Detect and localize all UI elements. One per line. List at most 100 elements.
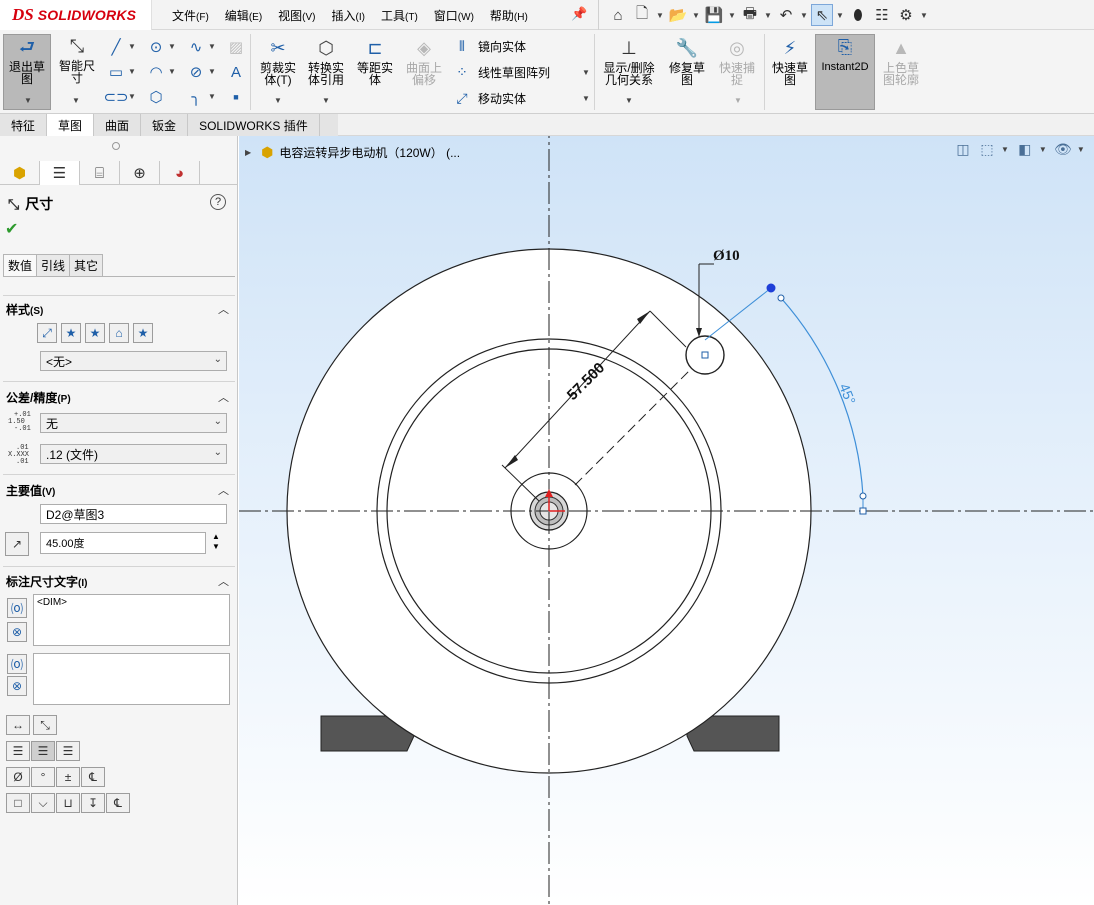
tab-sheet-metal[interactable]: 钣金: [141, 114, 189, 136]
load-style-icon[interactable]: ★: [133, 323, 153, 343]
more-symbols-icon[interactable]: ℄: [106, 793, 130, 813]
select-icon[interactable]: ⇖: [811, 4, 833, 26]
help-icon[interactable]: ?: [210, 194, 226, 210]
add-parentheses-icon[interactable]: ⒪: [7, 598, 27, 618]
pin-icon[interactable]: 📌: [571, 6, 587, 22]
chevron-down-icon[interactable]: ▼: [322, 96, 330, 105]
file-properties-icon[interactable]: ☷: [871, 4, 893, 26]
dimension-text-upper[interactable]: <DIM>: [33, 594, 230, 646]
fillet-icon[interactable]: ╮: [186, 88, 206, 106]
tab-surfaces[interactable]: 曲面: [94, 114, 142, 136]
hole-center-point[interactable]: [701, 351, 709, 359]
delete-style-icon[interactable]: ★: [85, 323, 105, 343]
sketch-drawing[interactable]: Ø10 57.500 45°: [239, 136, 1094, 905]
offset-on-surface-button[interactable]: ◈ 曲面上偏移: [402, 36, 446, 86]
menu-view[interactable]: 视图(V): [278, 7, 315, 24]
value-spinner[interactable]: ▲ ▼: [212, 532, 220, 552]
tab-addins[interactable]: SOLIDWORKS 插件: [188, 114, 320, 136]
ok-checkmark-icon[interactable]: ✔: [5, 219, 18, 239]
convert-entities-button[interactable]: ⬡ 转换实体引用: [304, 36, 348, 86]
chevron-down-icon[interactable]: ▼: [24, 96, 32, 105]
chevron-down-icon[interactable]: ▼: [691, 4, 701, 26]
chevron-down-icon[interactable]: ▼: [128, 42, 136, 51]
print-icon[interactable]: 🖶: [739, 4, 761, 26]
configuration-manager-icon[interactable]: ⌸: [80, 161, 120, 185]
chevron-down-icon[interactable]: ▼: [274, 96, 282, 105]
tab-other[interactable]: 其它: [69, 254, 104, 276]
solidworks-logo[interactable]: DS SOLIDWORKS: [0, 0, 152, 30]
angle-arrow-handle[interactable]: [777, 294, 785, 302]
inspection-icon[interactable]: ⊗: [7, 676, 27, 696]
chevron-down-icon[interactable]: ▼: [919, 4, 929, 26]
panel-grip[interactable]: [112, 142, 120, 150]
home-icon[interactable]: ⌂: [607, 4, 629, 26]
counterbore-symbol-icon[interactable]: ⊔: [56, 793, 80, 813]
menu-edit[interactable]: 编辑(E): [225, 7, 262, 24]
plus-minus-symbol-icon[interactable]: ±: [56, 767, 80, 787]
property-manager-icon[interactable]: ☰: [40, 161, 80, 185]
tab-value[interactable]: 数值: [3, 254, 38, 276]
repair-sketch-button[interactable]: 🔧 修复草图: [664, 36, 710, 86]
chevron-down-icon[interactable]: ▼: [763, 4, 773, 26]
linear-pattern-button[interactable]: ⁘ 线性草图阵列: [452, 64, 550, 81]
add-style-icon[interactable]: ★: [61, 323, 81, 343]
chevron-down-icon[interactable]: ▼: [655, 4, 665, 26]
polygon-icon[interactable]: ⬡: [146, 88, 166, 106]
collapse-icon[interactable]: ︿: [218, 389, 229, 405]
angle-handle-point[interactable]: [766, 283, 776, 293]
text-left-right-icon[interactable]: ↔: [6, 715, 30, 735]
instant2d-button[interactable]: ⎘ Instant2D: [815, 34, 875, 110]
chevron-down-icon[interactable]: ▼: [799, 4, 809, 26]
trim-entities-button[interactable]: ✂ 剪裁实体(T): [256, 36, 300, 86]
slot-icon[interactable]: ⊂⊃: [103, 88, 128, 106]
plane-icon[interactable]: ▨: [226, 38, 246, 56]
mirror-entities-button[interactable]: ⫴ 镜向实体: [452, 38, 526, 55]
apply-default-style-icon[interactable]: ⤢: [37, 323, 57, 343]
chevron-down-icon[interactable]: ▼: [168, 42, 176, 51]
primary-value-section-header[interactable]: 主要值(V): [6, 482, 55, 499]
options-icon[interactable]: ⚙: [895, 4, 917, 26]
chevron-down-icon[interactable]: ▼: [168, 67, 176, 76]
rebuild-icon[interactable]: ⬮: [847, 4, 869, 26]
chevron-down-icon[interactable]: ▼: [208, 67, 216, 76]
countersink-symbol-icon[interactable]: ⌵: [31, 793, 55, 813]
tolerance-section-header[interactable]: 公差/精度(P): [6, 389, 71, 406]
save-style-icon[interactable]: ⌂: [109, 323, 129, 343]
rectangle-icon[interactable]: ▭: [106, 63, 126, 81]
collapse-icon[interactable]: ︿: [218, 482, 229, 498]
angle-end-point[interactable]: [859, 507, 867, 515]
display-delete-relations-button[interactable]: ⊥ 显示/删除几何关系: [598, 36, 660, 86]
rapid-sketch-button[interactable]: ⚡ 快速草图: [768, 36, 812, 86]
diameter-symbol-icon[interactable]: Ø: [6, 767, 30, 787]
smart-dimension-button[interactable]: ⤡ 智能尺寸: [55, 34, 99, 84]
chevron-down-icon[interactable]: ▼: [835, 4, 845, 26]
dimension-text-lower[interactable]: [33, 653, 230, 705]
text-arrangement-icon[interactable]: ⤡: [33, 715, 57, 735]
chevron-down-icon[interactable]: ▼: [208, 42, 216, 51]
center-dimension-icon[interactable]: ⊗: [7, 622, 27, 642]
dimension-name-field[interactable]: D2@草图3: [40, 504, 227, 524]
quick-snaps-button[interactable]: ◎ 快速捕捉: [714, 36, 760, 86]
align-right-icon[interactable]: ☰: [56, 741, 80, 761]
feature-manager-icon[interactable]: ⬢: [0, 161, 40, 185]
chevron-down-icon[interactable]: ▼: [582, 68, 590, 77]
tab-features[interactable]: 特征: [0, 114, 48, 136]
spline-icon[interactable]: ∿: [186, 38, 206, 56]
align-center-icon[interactable]: ☰: [31, 741, 55, 761]
point-icon[interactable]: ■: [226, 88, 246, 106]
offset-entities-button[interactable]: ⊏ 等距实体: [352, 36, 398, 86]
angle-dimension[interactable]: 45°: [836, 381, 859, 407]
collapse-icon[interactable]: ︿: [218, 573, 229, 589]
shaded-sketch-contours-button[interactable]: ▲ 上色草图轮廓: [878, 36, 924, 86]
dimension-value-field[interactable]: 45.00度: [40, 532, 206, 554]
angle-arrow-handle[interactable]: [859, 492, 867, 500]
move-entities-button[interactable]: ⤢ 移动实体: [452, 90, 526, 107]
centerline-symbol-icon[interactable]: ℄: [81, 767, 105, 787]
open-icon[interactable]: 📂: [667, 4, 689, 26]
precision-dropdown[interactable]: .12 (文件) ⌄: [40, 444, 227, 464]
save-icon[interactable]: 💾: [703, 4, 725, 26]
ellipse-icon[interactable]: ⊘: [186, 63, 206, 81]
graphics-area[interactable]: ▶ ⬢ 电容运转异步电动机（120W） (... ◫ ⬚ ▼ ◧ ▼ 👁 ▼ Ø…: [239, 136, 1094, 905]
chevron-down-icon[interactable]: ▼: [625, 96, 633, 105]
degree-symbol-icon[interactable]: °: [31, 767, 55, 787]
